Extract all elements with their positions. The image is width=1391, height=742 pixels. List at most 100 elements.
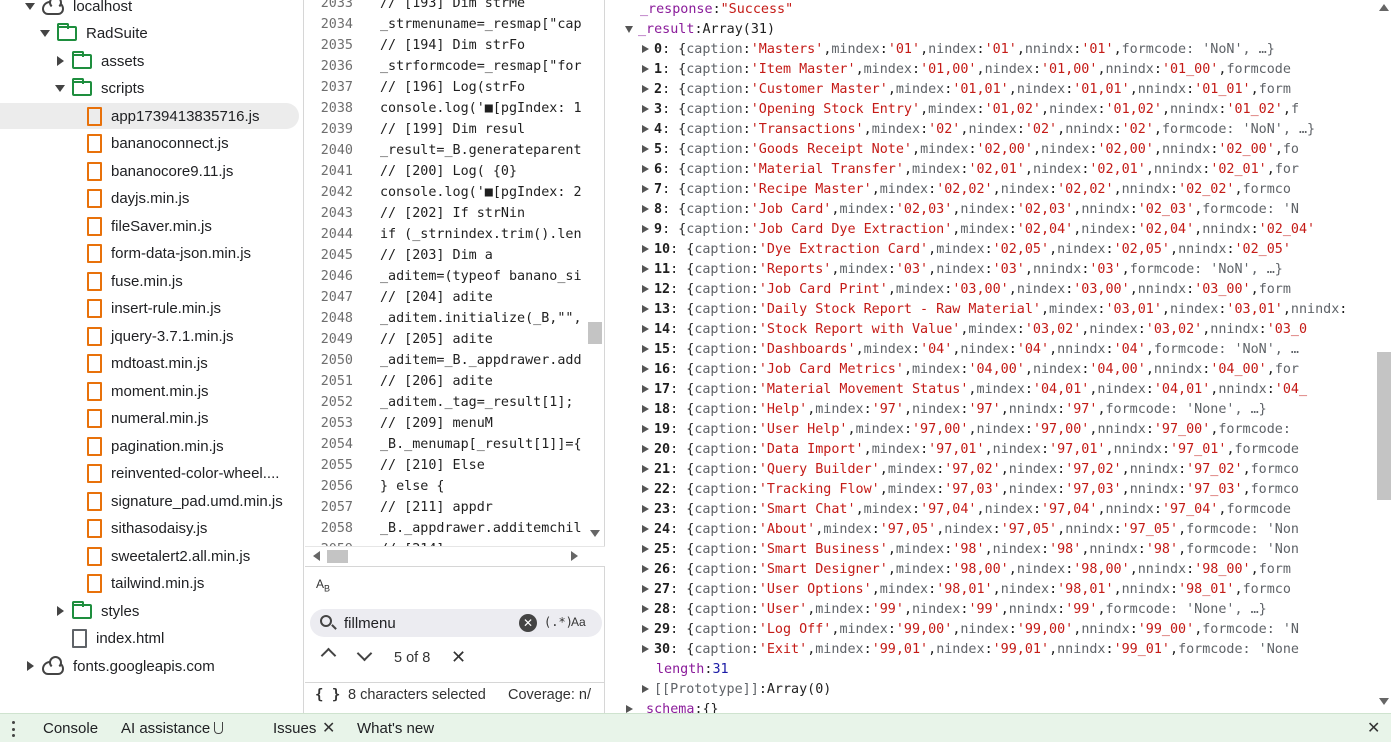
tree-item[interactable]: index.html <box>54 626 164 652</box>
tab-ai-assistance[interactable]: AI assistance <box>121 720 224 737</box>
line-number[interactable]: 2034 <box>305 17 353 32</box>
expand-arrow-icon[interactable] <box>640 385 650 393</box>
expand-arrow-icon[interactable] <box>640 425 650 433</box>
match-case-toggle-icon[interactable]: AB <box>316 577 330 593</box>
tree-item[interactable]: form-data-json.min.js <box>69 241 251 267</box>
array-entry-row[interactable]: 11: {caption: 'Reports', mindex: '03', n… <box>640 259 1391 279</box>
code-text[interactable]: // [210] Else <box>380 458 485 473</box>
code-line[interactable]: 2034 _strmenuname=_resmap["cap <box>305 14 595 35</box>
code-text[interactable]: if (_strnindex.trim().len <box>380 227 582 242</box>
code-text[interactable]: // [211] appdr <box>380 500 493 515</box>
code-line[interactable]: 2054 _B._menumap[_result[1]]={ <box>305 434 595 455</box>
expand-arrow-icon[interactable] <box>640 685 650 693</box>
code-line[interactable]: 2037 // [196] Log(strFo <box>305 77 595 98</box>
tree-item[interactable]: sweetalert2.all.min.js <box>69 543 250 569</box>
code-line[interactable]: 2043 // [202] If strNin <box>305 203 595 224</box>
response-row[interactable]: _response: "Success" <box>640 0 1391 19</box>
array-entry-row[interactable]: 10: {caption: 'Dye Extraction Card', min… <box>640 239 1391 259</box>
regex-toggle-button[interactable]: (.*) <box>544 615 573 629</box>
expand-arrow-right-icon[interactable] <box>54 605 66 617</box>
code-line[interactable]: 2059// [214] <box>305 539 595 546</box>
code-text[interactable]: _aditem=_B._appdrawer.add <box>380 353 582 368</box>
code-line[interactable]: 2046 _aditem=(typeof banano_si <box>305 266 595 287</box>
expand-arrow-icon[interactable] <box>640 85 650 93</box>
editor-horizontal-scroll-thumb[interactable] <box>327 550 348 563</box>
tree-item[interactable]: insert-rule.min.js <box>69 296 221 322</box>
code-line[interactable]: 2045 // [203] Dim a <box>305 245 595 266</box>
prototype-row[interactable]: [[Prototype]]: Array(0) <box>640 679 1391 699</box>
tree-item[interactable]: localhost <box>24 0 132 19</box>
expand-arrow-icon[interactable] <box>640 225 650 233</box>
tree-item[interactable]: scripts <box>54 76 144 102</box>
array-entry-row[interactable]: 27: {caption: 'User Options', mindex: '9… <box>640 579 1391 599</box>
expand-arrow-icon[interactable] <box>640 65 650 73</box>
array-entry-row[interactable]: 23: {caption: 'Smart Chat', mindex: '97,… <box>640 499 1391 519</box>
array-entry-row[interactable]: 16: {caption: 'Job Card Metrics', mindex… <box>640 359 1391 379</box>
close-drawer-button[interactable]: ✕ <box>1367 718 1380 737</box>
expand-arrow-right-icon[interactable] <box>54 55 66 67</box>
code-line[interactable]: 2040 _result=_B.generateparent <box>305 140 595 161</box>
code-text[interactable]: // [204] adite <box>380 290 493 305</box>
array-entry-row[interactable]: 19: {caption: 'User Help', mindex: '97,0… <box>640 419 1391 439</box>
code-line[interactable]: 2055 // [210] Else <box>305 455 595 476</box>
array-entry-row[interactable]: 25: {caption: 'Smart Business', mindex: … <box>640 539 1391 559</box>
code-text[interactable]: _result=_B.generateparent <box>380 143 582 158</box>
tab-whats-new[interactable]: What's new <box>357 720 434 737</box>
code-text[interactable]: console.log('■[pgIndex: 2 <box>380 185 582 200</box>
editor-horizontal-scrollbar[interactable] <box>305 546 605 566</box>
editor-vertical-scrollbar[interactable] <box>588 322 602 344</box>
pretty-print-button[interactable]: { } <box>315 687 340 703</box>
expand-arrow-icon[interactable] <box>640 365 650 373</box>
schema-row[interactable]: _schema: {} <box>624 699 1391 714</box>
code-text[interactable]: _aditem=(typeof banano_si <box>380 269 582 284</box>
array-entry-row[interactable]: 17: {caption: 'Material Movement Status'… <box>640 379 1391 399</box>
code-text[interactable]: // [193] Dim strMe <box>380 0 525 11</box>
console-vertical-scrollbar[interactable] <box>1377 352 1391 500</box>
tree-item[interactable]: fuse.min.js <box>69 268 183 294</box>
expand-arrow-icon[interactable] <box>640 525 650 533</box>
scroll-right-arrow-icon[interactable] <box>571 551 578 561</box>
array-entry-row[interactable]: 5: {caption: 'Goods Receipt Note', minde… <box>640 139 1391 159</box>
code-text[interactable]: // [203] Dim a <box>380 248 493 263</box>
expand-arrow-icon[interactable] <box>640 285 650 293</box>
code-line[interactable]: 2057 // [211] appdr <box>305 497 595 518</box>
line-number[interactable]: 2057 <box>305 500 353 515</box>
code-line[interactable]: 2050 _aditem=_B._appdrawer.add <box>305 350 595 371</box>
line-number[interactable]: 2053 <box>305 416 353 431</box>
expand-arrow-icon[interactable] <box>640 445 650 453</box>
expand-arrow-icon[interactable] <box>624 705 634 713</box>
close-issues-tab-button[interactable]: ✕ <box>322 718 335 737</box>
expand-arrow-icon[interactable] <box>640 405 650 413</box>
tab-issues[interactable]: Issues <box>273 720 316 737</box>
tree-item[interactable]: bananocore9.11.js <box>69 158 233 184</box>
tree-item[interactable]: reinvented-color-wheel.... <box>69 461 279 487</box>
tree-item[interactable]: RadSuite <box>39 21 148 47</box>
expand-arrow-icon[interactable] <box>640 105 650 113</box>
code-text[interactable]: _aditem._tag=_result[1]; <box>380 395 573 410</box>
line-number[interactable]: 2050 <box>305 353 353 368</box>
array-entry-row[interactable]: 26: {caption: 'Smart Designer', mindex: … <box>640 559 1391 579</box>
array-entry-row[interactable]: 13: {caption: 'Daily Stock Report - Raw … <box>640 299 1391 319</box>
tab-console[interactable]: Console <box>43 720 98 737</box>
line-number[interactable]: 2045 <box>305 248 353 263</box>
tree-item[interactable]: tailwind.min.js <box>69 571 204 597</box>
line-number[interactable]: 2054 <box>305 437 353 452</box>
code-line[interactable]: 2035 // [194] Dim strFo <box>305 35 595 56</box>
line-number[interactable]: 2046 <box>305 269 353 284</box>
expand-arrow-icon[interactable] <box>640 585 650 593</box>
code-text[interactable]: // [199] Dim resul <box>380 122 525 137</box>
expand-arrow-icon[interactable] <box>640 305 650 313</box>
expand-arrow-icon[interactable] <box>640 485 650 493</box>
line-number[interactable]: 2041 <box>305 164 353 179</box>
console-scroll-up-arrow-icon[interactable] <box>1379 4 1389 11</box>
expand-arrow-icon[interactable] <box>640 565 650 573</box>
line-number[interactable]: 2037 <box>305 80 353 95</box>
case-sensitive-toggle-button[interactable]: Aa <box>571 615 586 629</box>
code-line[interactable]: 2033 // [193] Dim strMe <box>305 0 595 14</box>
code-line[interactable]: 2048 _aditem.initialize(_B,"", <box>305 308 595 329</box>
expand-arrow-icon[interactable] <box>640 645 650 653</box>
expand-arrow-icon[interactable] <box>640 545 650 553</box>
code-text[interactable]: // [206] adite <box>380 374 493 389</box>
code-text[interactable]: // [194] Dim strFo <box>380 38 525 53</box>
scroll-left-arrow-icon[interactable] <box>313 551 320 561</box>
